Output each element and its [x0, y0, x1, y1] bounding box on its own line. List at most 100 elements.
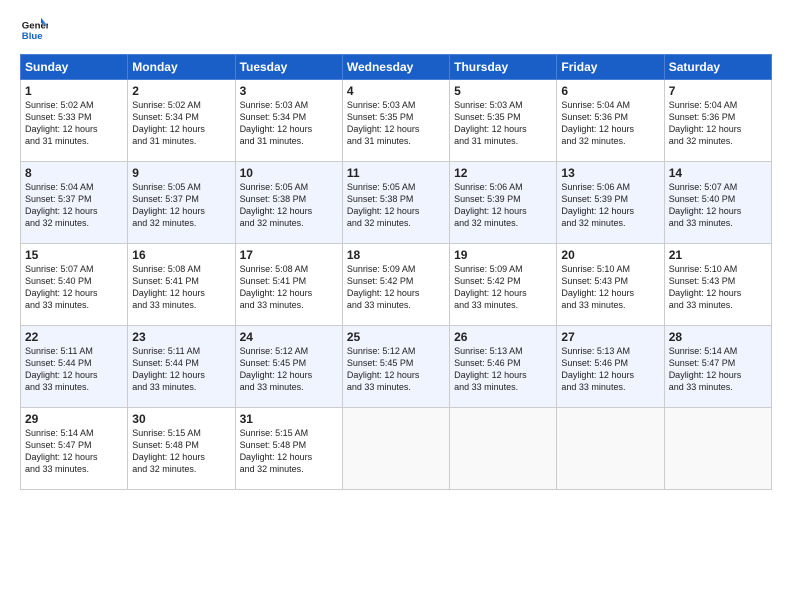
day-details: Sunrise: 5:07 AMSunset: 5:40 PMDaylight:… — [25, 264, 98, 310]
day-header-sunday: Sunday — [21, 55, 128, 80]
day-details: Sunrise: 5:14 AMSunset: 5:47 PMDaylight:… — [669, 346, 742, 392]
calendar-cell: 26Sunrise: 5:13 AMSunset: 5:46 PMDayligh… — [450, 326, 557, 408]
day-details: Sunrise: 5:06 AMSunset: 5:39 PMDaylight:… — [454, 182, 527, 228]
calendar-cell: 11 Sunrise: 5:05 AMSunset: 5:38 PMDayligh… — [342, 162, 449, 244]
day-number: 18 — [347, 248, 445, 262]
day-details: Sunrise: 5:04 AMSunset: 5:36 PMDaylight:… — [561, 100, 634, 146]
calendar-cell: 30Sunrise: 5:15 AMSunset: 5:48 PMDayligh… — [128, 408, 235, 490]
day-details: Sunrise: 5:06 AMSunset: 5:39 PMDaylight:… — [561, 182, 634, 228]
calendar-cell: 27Sunrise: 5:13 AMSunset: 5:46 PMDayligh… — [557, 326, 664, 408]
day-number: 24 — [240, 330, 338, 344]
week-row-4: 22Sunrise: 5:11 AMSunset: 5:44 PMDayligh… — [21, 326, 772, 408]
day-header-wednesday: Wednesday — [342, 55, 449, 80]
day-details: Sunrise: 5:11 AMSunset: 5:44 PMDaylight:… — [25, 346, 98, 392]
calendar-cell: 8 Sunrise: 5:04 AMSunset: 5:37 PMDaylight… — [21, 162, 128, 244]
day-number: 19 — [454, 248, 552, 262]
calendar-cell: 21Sunrise: 5:10 AMSunset: 5:43 PMDayligh… — [664, 244, 771, 326]
day-number: 14 — [669, 166, 767, 180]
day-details: Sunrise: 5:11 AMSunset: 5:44 PMDaylight:… — [132, 346, 205, 392]
calendar-cell: 29 Sunrise: 5:14 AMSunset: 5:47 PMDayligh… — [21, 408, 128, 490]
day-details: Sunrise: 5:07 AMSunset: 5:40 PMDaylight:… — [669, 182, 742, 228]
calendar-cell: 25 Sunrise: 5:12 AMSunset: 5:45 PMDayligh… — [342, 326, 449, 408]
day-details: Sunrise: 5:13 AMSunset: 5:46 PMDaylight:… — [454, 346, 527, 392]
day-number: 1 — [25, 84, 123, 98]
calendar-cell — [342, 408, 449, 490]
calendar-cell: 2Sunrise: 5:02 AMSunset: 5:34 PMDaylight… — [128, 80, 235, 162]
calendar-cell: 22Sunrise: 5:11 AMSunset: 5:44 PMDayligh… — [21, 326, 128, 408]
day-details: Sunrise: 5:05 AMSunset: 5:38 PMDaylight:… — [240, 182, 313, 228]
calendar-table: SundayMondayTuesdayWednesdayThursdayFrid… — [20, 54, 772, 490]
calendar-cell: 5 Sunrise: 5:03 AMSunset: 5:35 PMDaylight… — [450, 80, 557, 162]
day-details: Sunrise: 5:05 AMSunset: 5:38 PMDaylight:… — [347, 182, 420, 228]
svg-text:Blue: Blue — [22, 31, 43, 42]
day-header-friday: Friday — [557, 55, 664, 80]
calendar-cell: 18 Sunrise: 5:09 AMSunset: 5:42 PMDayligh… — [342, 244, 449, 326]
day-details: Sunrise: 5:12 AMSunset: 5:45 PMDaylight:… — [240, 346, 313, 392]
calendar-cell: 19 Sunrise: 5:09 AMSunset: 5:42 PMDayligh… — [450, 244, 557, 326]
logo: General Blue — [20, 16, 52, 44]
day-number: 2 — [132, 84, 230, 98]
day-number: 29 — [25, 412, 123, 426]
day-number: 9 — [132, 166, 230, 180]
day-details: Sunrise: 5:08 AMSunset: 5:41 PMDaylight:… — [132, 264, 205, 310]
day-details: Sunrise: 5:02 AMSunset: 5:33 PMDaylight:… — [25, 100, 98, 146]
day-number: 17 — [240, 248, 338, 262]
calendar-cell: 15 Sunrise: 5:07 AMSunset: 5:40 PMDayligh… — [21, 244, 128, 326]
day-details: Sunrise: 5:12 AMSunset: 5:45 PMDaylight:… — [347, 346, 420, 392]
day-number: 11 — [347, 166, 445, 180]
week-row-3: 15 Sunrise: 5:07 AMSunset: 5:40 PMDayligh… — [21, 244, 772, 326]
day-details: Sunrise: 5:03 AMSunset: 5:35 PMDaylight:… — [454, 100, 527, 146]
calendar-cell: 20 Sunrise: 5:10 AMSunset: 5:43 PMDayligh… — [557, 244, 664, 326]
calendar-cell: 9 Sunrise: 5:05 AMSunset: 5:37 PMDaylight… — [128, 162, 235, 244]
calendar-cell: 10 Sunrise: 5:05 AMSunset: 5:38 PMDayligh… — [235, 162, 342, 244]
day-number: 12 — [454, 166, 552, 180]
calendar-cell: 16 Sunrise: 5:08 AMSunset: 5:41 PMDayligh… — [128, 244, 235, 326]
day-details: Sunrise: 5:03 AMSunset: 5:35 PMDaylight:… — [347, 100, 420, 146]
calendar-cell: 23 Sunrise: 5:11 AMSunset: 5:44 PMDayligh… — [128, 326, 235, 408]
day-header-saturday: Saturday — [664, 55, 771, 80]
day-number: 20 — [561, 248, 659, 262]
calendar-cell: 6Sunrise: 5:04 AMSunset: 5:36 PMDaylight… — [557, 80, 664, 162]
logo-icon: General Blue — [20, 16, 48, 44]
calendar-cell: 28 Sunrise: 5:14 AMSunset: 5:47 PMDayligh… — [664, 326, 771, 408]
calendar-cell: 4 Sunrise: 5:03 AMSunset: 5:35 PMDaylight… — [342, 80, 449, 162]
day-details: Sunrise: 5:10 AMSunset: 5:43 PMDaylight:… — [561, 264, 634, 310]
day-number: 23 — [132, 330, 230, 344]
day-number: 13 — [561, 166, 659, 180]
calendar-cell: 17Sunrise: 5:08 AMSunset: 5:41 PMDayligh… — [235, 244, 342, 326]
day-number: 28 — [669, 330, 767, 344]
day-header-monday: Monday — [128, 55, 235, 80]
calendar-cell: 12 Sunrise: 5:06 AMSunset: 5:39 PMDayligh… — [450, 162, 557, 244]
calendar-cell: 31 Sunrise: 5:15 AMSunset: 5:48 PMDayligh… — [235, 408, 342, 490]
day-details: Sunrise: 5:03 AMSunset: 5:34 PMDaylight:… — [240, 100, 313, 146]
day-number: 25 — [347, 330, 445, 344]
calendar-cell: 13 Sunrise: 5:06 AMSunset: 5:39 PMDayligh… — [557, 162, 664, 244]
calendar-cell: 7 Sunrise: 5:04 AMSunset: 5:36 PMDaylight… — [664, 80, 771, 162]
day-number: 7 — [669, 84, 767, 98]
day-details: Sunrise: 5:09 AMSunset: 5:42 PMDaylight:… — [454, 264, 527, 310]
day-number: 5 — [454, 84, 552, 98]
day-number: 31 — [240, 412, 338, 426]
day-number: 15 — [25, 248, 123, 262]
day-number: 30 — [132, 412, 230, 426]
day-details: Sunrise: 5:05 AMSunset: 5:37 PMDaylight:… — [132, 182, 205, 228]
day-number: 27 — [561, 330, 659, 344]
calendar-cell — [450, 408, 557, 490]
calendar-cell: 14 Sunrise: 5:07 AMSunset: 5:40 PMDayligh… — [664, 162, 771, 244]
day-details: Sunrise: 5:04 AMSunset: 5:37 PMDaylight:… — [25, 182, 98, 228]
week-row-2: 8 Sunrise: 5:04 AMSunset: 5:37 PMDaylight… — [21, 162, 772, 244]
day-number: 10 — [240, 166, 338, 180]
day-details: Sunrise: 5:04 AMSunset: 5:36 PMDaylight:… — [669, 100, 742, 146]
calendar-cell — [557, 408, 664, 490]
day-details: Sunrise: 5:15 AMSunset: 5:48 PMDaylight:… — [240, 428, 313, 474]
day-details: Sunrise: 5:14 AMSunset: 5:47 PMDaylight:… — [25, 428, 98, 474]
day-header-thursday: Thursday — [450, 55, 557, 80]
page-container: General Blue SundayMondayTuesdayWednesda… — [0, 0, 792, 612]
day-details: Sunrise: 5:09 AMSunset: 5:42 PMDaylight:… — [347, 264, 420, 310]
day-header-tuesday: Tuesday — [235, 55, 342, 80]
day-number: 21 — [669, 248, 767, 262]
day-number: 8 — [25, 166, 123, 180]
week-row-1: 1 Sunrise: 5:02 AMSunset: 5:33 PMDaylight… — [21, 80, 772, 162]
day-number: 4 — [347, 84, 445, 98]
day-number: 16 — [132, 248, 230, 262]
